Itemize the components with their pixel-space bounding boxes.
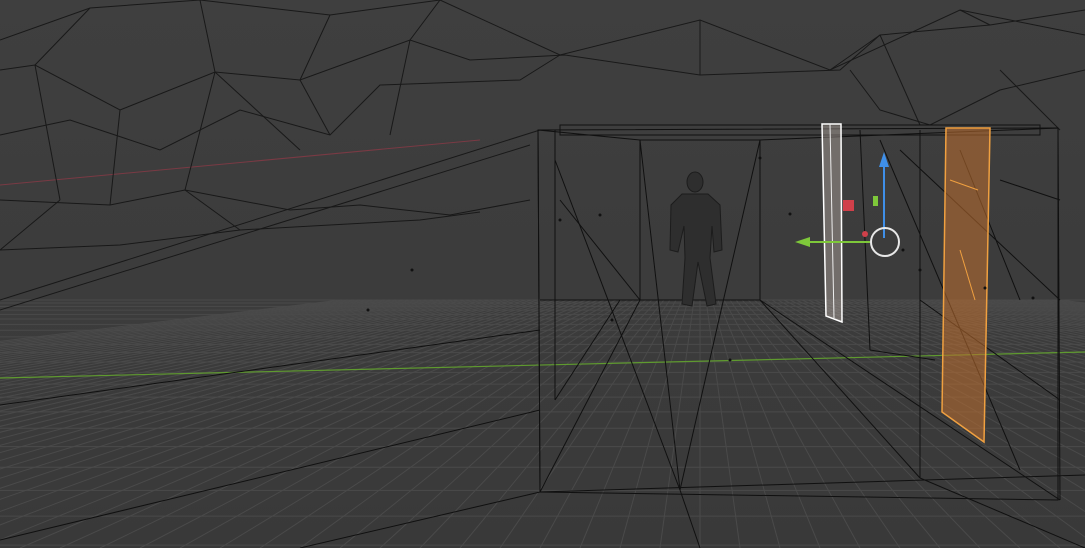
- door-panel-white[interactable]: [821, 123, 843, 324]
- terrain-wireframe: [0, 0, 1085, 311]
- floor-grid: [0, 299, 1085, 548]
- square-red-icon[interactable]: [843, 200, 854, 211]
- arrow-left-icon[interactable]: [795, 237, 810, 247]
- transform-gizmo[interactable]: [795, 152, 900, 257]
- x-axis-line: [0, 139, 481, 186]
- square-small-red-icon: [862, 231, 868, 237]
- arrow-up-icon[interactable]: [879, 152, 889, 167]
- 3d-viewport[interactable]: [0, 0, 1085, 548]
- door-panel-orange[interactable]: [941, 127, 991, 444]
- square-green-icon[interactable]: [873, 196, 878, 206]
- human-figure-icon[interactable]: [669, 171, 723, 307]
- viewport-canvas[interactable]: [0, 0, 1085, 548]
